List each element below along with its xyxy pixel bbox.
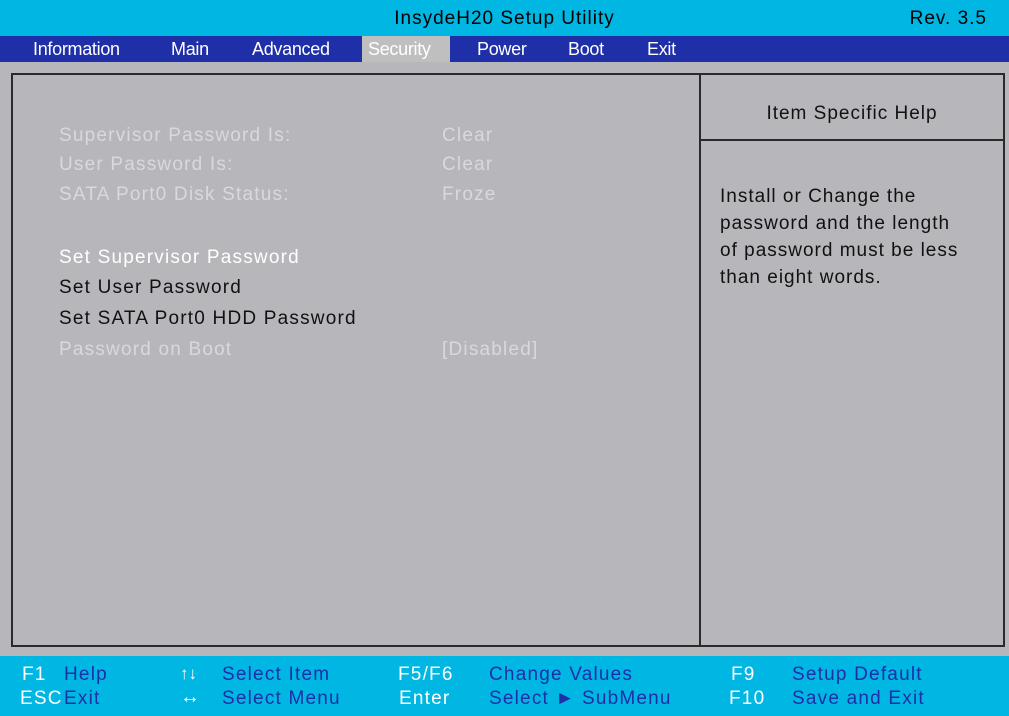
- esc-desc: Exit: [64, 688, 101, 709]
- supervisor-password-status-value: Clear: [442, 125, 494, 146]
- help-line: Install or Change the: [720, 186, 917, 207]
- f5-f6-key: F5/F6: [398, 664, 454, 685]
- save-and-exit-desc: Save and Exit: [792, 688, 925, 709]
- menu-bar: Information Main Advanced Security Power…: [0, 36, 1009, 62]
- sata-disk-status-label: SATA Port0 Disk Status:: [59, 184, 290, 205]
- tab-boot[interactable]: Boot: [561, 36, 611, 62]
- help-line: than eight words.: [720, 267, 882, 288]
- user-password-status-label: User Password Is:: [59, 154, 234, 175]
- help-text: Install or Change the password and the l…: [720, 183, 1000, 291]
- revision-label: Rev. 3.5: [909, 8, 987, 29]
- set-user-password-label: Set User Password: [59, 277, 243, 298]
- select-menu-desc: Select Menu: [222, 688, 341, 709]
- supervisor-password-status-label: Supervisor Password Is:: [59, 125, 292, 146]
- sata-disk-status-value: Froze: [442, 184, 497, 205]
- set-sata-hdd-password-label: Set SATA Port0 HDD Password: [59, 308, 357, 329]
- tab-main[interactable]: Main: [164, 36, 216, 62]
- f1-key: F1: [22, 664, 47, 685]
- help-title: Item Specific Help: [766, 103, 938, 124]
- enter-key: Enter: [399, 688, 451, 709]
- user-password-status-value: Clear: [442, 154, 494, 175]
- tab-power[interactable]: Power: [470, 36, 534, 62]
- up-down-arrows-icon: ↑↓: [180, 664, 197, 683]
- app-title: InsydeH20 Setup Utility: [394, 8, 615, 29]
- esc-key: ESC: [20, 688, 63, 709]
- bios-setup-screen: InsydeH20 Setup Utility Rev. 3.5 Informa…: [0, 0, 1009, 716]
- tab-advanced[interactable]: Advanced: [245, 36, 337, 62]
- f1-desc: Help: [64, 664, 108, 685]
- key-legend-bar: F1 Help ESC Exit ↑↓ Select Item ↔ Select…: [0, 656, 1009, 716]
- title-bar: InsydeH20 Setup Utility Rev. 3.5: [0, 0, 1009, 36]
- password-on-boot-label: Password on Boot: [59, 339, 233, 360]
- help-line: of password must be less: [720, 240, 959, 261]
- panel-divider: [699, 75, 701, 645]
- panel-frame: Item Specific Help Install or Change the…: [11, 73, 1005, 647]
- help-line: password and the length: [720, 213, 951, 234]
- setup-default-desc: Setup Default: [792, 664, 923, 685]
- set-supervisor-password-label: Set Supervisor Password: [59, 247, 300, 268]
- password-on-boot-value[interactable]: [Disabled]: [442, 337, 539, 363]
- tab-information[interactable]: Information: [26, 36, 127, 62]
- select-item-desc: Select Item: [222, 664, 331, 685]
- tab-exit[interactable]: Exit: [640, 36, 683, 62]
- tab-security[interactable]: Security: [362, 36, 450, 62]
- help-separator: [701, 139, 1003, 141]
- left-right-arrow-icon: ↔: [180, 686, 200, 708]
- main-panel: Item Specific Help Install or Change the…: [0, 62, 1009, 656]
- f10-key: F10: [729, 688, 766, 709]
- select-submenu-desc: Select ► SubMenu: [489, 688, 672, 709]
- change-values-desc: Change Values: [489, 664, 634, 685]
- f9-key: F9: [731, 664, 756, 685]
